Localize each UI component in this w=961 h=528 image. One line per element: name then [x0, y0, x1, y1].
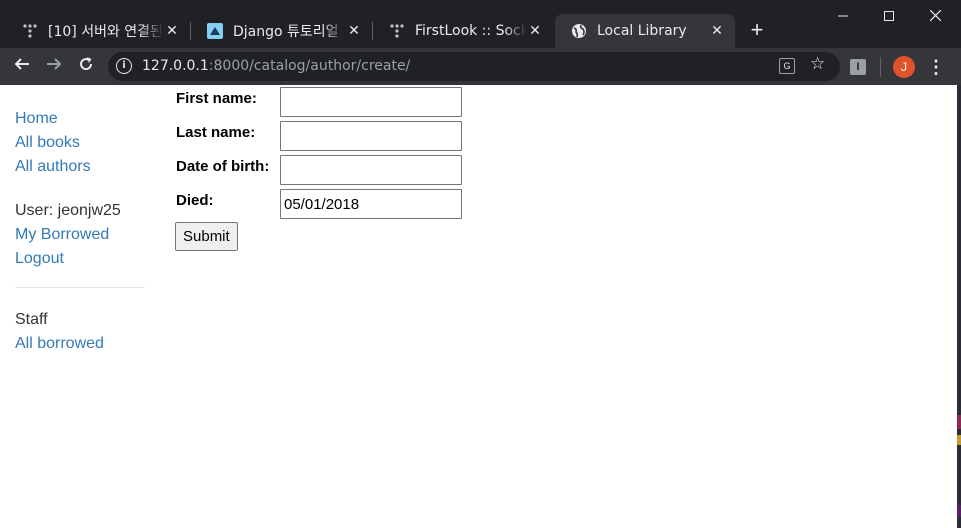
sidebar-link-all-borrowed[interactable]: All borrowed	[15, 332, 146, 356]
date-of-birth-label: Date of birth:	[176, 158, 270, 175]
browser-tab[interactable]: FirstLook :: Socket ✕	[373, 14, 553, 48]
back-icon[interactable]	[10, 54, 34, 78]
died-input[interactable]: 05/01/2018	[280, 189, 462, 219]
toolbar-divider	[880, 57, 881, 77]
tab-title: Django 튜토리얼	[233, 24, 339, 40]
staff-label: Staff	[15, 311, 48, 328]
user-label: User: jeonjw25	[15, 202, 121, 219]
bookmark-star-icon[interactable]: ☆	[810, 54, 825, 74]
sidebar-link-logout[interactable]: Logout	[15, 247, 146, 271]
reload-icon[interactable]	[74, 54, 98, 78]
last-name-label: Last name:	[176, 124, 256, 141]
browser-tab[interactable]: [10] 서버와 연결된 ✕	[6, 14, 190, 48]
browser-toolbar: i 127.0.0.1:8000/catalog/author/create/ …	[0, 48, 961, 85]
window-edge	[957, 85, 961, 528]
close-tab-icon[interactable]: ✕	[164, 23, 180, 39]
tistory-icon	[389, 23, 405, 39]
translate-icon[interactable]: G	[779, 58, 795, 74]
died-label: Died:	[176, 192, 214, 209]
form-row-date-of-birth: Date of birth:	[176, 155, 466, 185]
form-row-last-name: Last name:	[176, 121, 466, 151]
browser-tab-active[interactable]: Local Library ✕	[555, 14, 735, 48]
url-text[interactable]: 127.0.0.1:8000/catalog/author/create/	[142, 58, 410, 74]
tab-title: FirstLook :: Socket	[415, 23, 527, 39]
browser-tab[interactable]: Django 튜토리얼 ✕	[191, 14, 372, 48]
sidebar-divider	[15, 287, 145, 288]
close-window-icon[interactable]	[912, 0, 958, 32]
last-name-input[interactable]	[280, 121, 462, 151]
mdn-icon	[207, 23, 223, 39]
url-host: 127.0.0.1	[142, 58, 209, 74]
close-tab-icon[interactable]: ✕	[346, 23, 362, 39]
maximize-icon[interactable]	[866, 0, 912, 32]
close-tab-icon[interactable]: ✕	[527, 23, 543, 39]
first-name-label: First name:	[176, 90, 257, 107]
more-menu-icon[interactable]: ⋮	[926, 56, 946, 78]
minimize-icon[interactable]	[820, 0, 866, 32]
url-path: :8000/catalog/author/create/	[208, 58, 411, 74]
first-name-input[interactable]	[280, 87, 462, 117]
new-tab-icon[interactable]: +	[745, 18, 769, 42]
forward-icon[interactable]	[42, 54, 66, 78]
close-tab-icon[interactable]: ✕	[709, 23, 725, 39]
sidebar-link-home[interactable]: Home	[15, 107, 146, 131]
tab-strip: [10] 서버와 연결된 ✕ Django 튜토리얼 ✕ FirstLook :…	[0, 0, 961, 48]
submit-button[interactable]: Submit	[175, 222, 238, 251]
tistory-icon	[22, 23, 38, 39]
globe-icon	[571, 23, 587, 39]
sidebar-link-my-borrowed[interactable]: My Borrowed	[15, 223, 146, 247]
date-of-birth-input[interactable]	[280, 155, 462, 185]
sidebar-link-all-authors[interactable]: All authors	[15, 155, 146, 179]
tab-title: Local Library	[597, 23, 687, 39]
info-icon[interactable]: i	[116, 58, 132, 74]
extension-icon[interactable]: I	[850, 59, 866, 75]
tab-title: [10] 서버와 연결된	[48, 24, 163, 40]
address-bar[interactable]: i 127.0.0.1:8000/catalog/author/create/ …	[108, 52, 840, 81]
sidebar-nav: Home All books All authors User: jeonjw2…	[15, 107, 146, 356]
profile-avatar[interactable]: J	[893, 56, 915, 78]
form-row-died: Died: 05/01/2018	[176, 189, 466, 219]
sidebar-link-all-books[interactable]: All books	[15, 131, 146, 155]
form-row-first-name: First name:	[176, 87, 466, 117]
